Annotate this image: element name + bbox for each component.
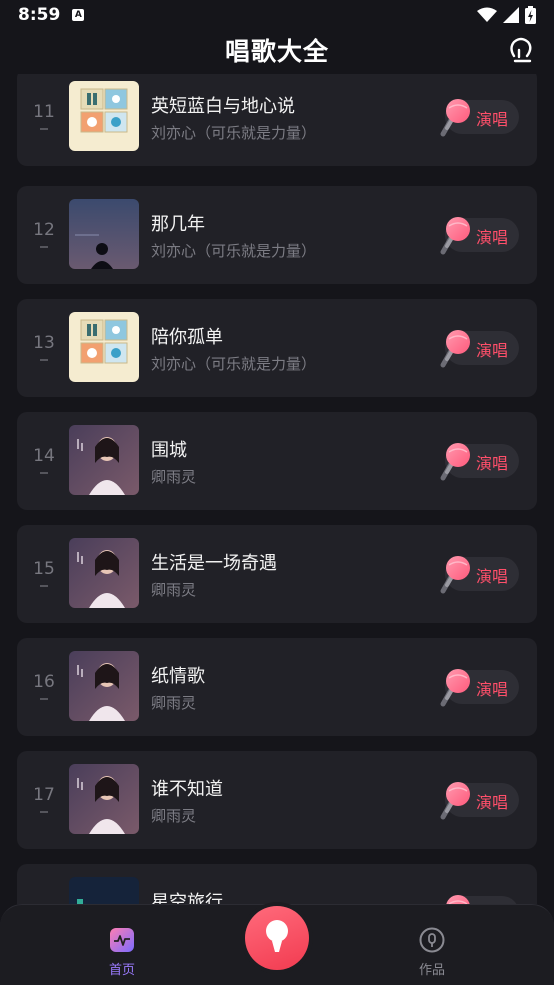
song-title: 谁不知道 — [151, 779, 223, 800]
microphone-icon — [440, 99, 470, 137]
song-rank: 15 — [33, 559, 55, 579]
song-list[interactable]: 11 英短蓝白与地心说 刘亦心（可乐就是力量） 演唱 12 那几年 刘亦心（可乐就是力量）演… — [0, 74, 554, 904]
microphone-icon — [440, 217, 470, 255]
microphone-icon — [440, 669, 470, 707]
song-rank: 11 — [33, 102, 55, 122]
sing-button[interactable]: 演唱 — [440, 556, 519, 594]
singer-profile-icon[interactable] — [506, 36, 536, 66]
app-header: 唱歌大全 — [0, 30, 554, 74]
sing-button[interactable]: 演唱 — [440, 217, 519, 255]
song-artist: 卿雨灵 — [151, 468, 197, 486]
song-rank: 16 — [33, 672, 55, 692]
page-title: 唱歌大全 — [224, 37, 329, 66]
song-title: 那几年 — [151, 214, 205, 235]
sing-button[interactable]: 演唱 — [440, 782, 519, 820]
song-card[interactable]: 17 谁不知道卿雨灵 演唱 — [17, 751, 537, 849]
signal-icon — [503, 7, 519, 23]
song-artist: 刘亦心（可乐就是力量） — [151, 242, 317, 260]
sing-button[interactable]: 演唱 — [440, 443, 519, 481]
tab-works[interactable]: 作品 — [402, 927, 462, 978]
album-cover — [69, 651, 139, 721]
song-title: 纸情歌 — [151, 666, 205, 687]
rank-trend-icon — [40, 246, 48, 248]
album-cover — [69, 425, 139, 495]
album-cover — [69, 877, 139, 904]
song-card[interactable]: 14 围城卿雨灵 演唱 — [17, 412, 537, 510]
tab-home-label: 首页 — [108, 963, 135, 978]
record-button-face — [245, 906, 309, 970]
song-card[interactable]: 16 纸情歌卿雨灵 演唱 — [17, 638, 537, 736]
wifi-icon — [477, 7, 497, 22]
home-wave-icon — [110, 928, 134, 952]
rank-trend-icon — [40, 585, 48, 587]
rank-trend-icon — [40, 698, 48, 700]
sing-button-label: 演唱 — [476, 567, 509, 586]
album-cover — [69, 81, 139, 151]
microphone-icon — [440, 782, 470, 820]
album-cover — [69, 199, 139, 269]
microphone-icon — [440, 443, 470, 481]
album-cover — [69, 538, 139, 608]
song-rank: 17 — [33, 785, 55, 805]
notification-badge-icon: A — [72, 9, 85, 21]
song-rank: 12 — [33, 220, 55, 240]
song-card[interactable]: 13 陪你孤单刘亦心（可乐就是力量） 演唱 — [17, 299, 537, 397]
song-rank: 13 — [33, 333, 55, 353]
sing-button-label: 演唱 — [476, 228, 509, 247]
song-artist: 卿雨灵 — [151, 807, 197, 825]
song-card[interactable]: 11 英短蓝白与地心说刘亦心（可乐就是力量） 演唱 — [17, 74, 537, 166]
song-artist: 卿雨灵 — [151, 581, 197, 599]
status-time: 8:59 — [18, 5, 61, 25]
status-bar: 8:59 A — [0, 0, 554, 30]
song-title: 陪你孤单 — [151, 327, 223, 348]
microphone-icon — [440, 556, 470, 594]
song-rank: 14 — [33, 446, 55, 466]
sing-button[interactable]: 演唱 — [440, 330, 519, 368]
song-artist: 卿雨灵 — [151, 694, 197, 712]
sing-button[interactable] — [445, 895, 519, 904]
works-mic-icon — [419, 927, 445, 953]
microphone-icon — [446, 895, 470, 904]
sing-button-label: 演唱 — [476, 341, 509, 360]
song-title: 生活是一场奇遇 — [151, 553, 277, 574]
song-title: 围城 — [151, 440, 187, 461]
microphone-icon — [266, 920, 288, 952]
song-card[interactable]: 15 生活是一场奇遇 卿雨灵 演唱 — [17, 525, 537, 623]
sing-button-label: 演唱 — [476, 454, 509, 473]
record-button[interactable] — [241, 902, 313, 974]
rank-trend-icon — [40, 359, 48, 361]
microphone-icon — [440, 330, 470, 368]
tab-home[interactable]: 首页 — [92, 927, 152, 978]
song-artist: 刘亦心（可乐就是力量） — [151, 124, 317, 142]
rank-trend-icon — [40, 811, 48, 813]
song-title: 英短蓝白与地心说 — [151, 96, 295, 117]
sing-button[interactable]: 演唱 — [440, 669, 519, 707]
sing-button-label: 演唱 — [476, 793, 509, 812]
song-card[interactable]: 星空旅行 — [17, 864, 537, 904]
rank-trend-icon — [40, 128, 48, 130]
song-title: 星空旅行 — [151, 892, 223, 904]
sing-button-label: 演唱 — [476, 680, 509, 699]
song-artist: 刘亦心（可乐就是力量） — [151, 355, 317, 373]
rank-trend-icon — [40, 472, 48, 474]
album-cover — [69, 764, 139, 834]
sing-button[interactable]: 演唱 — [440, 99, 519, 137]
sing-button-label: 演唱 — [476, 110, 509, 129]
battery-icon — [525, 6, 536, 24]
tab-works-label: 作品 — [418, 963, 445, 978]
album-cover — [69, 312, 139, 382]
song-card[interactable]: 12 那几年刘亦心（可乐就是力量） 演唱 — [17, 186, 537, 284]
